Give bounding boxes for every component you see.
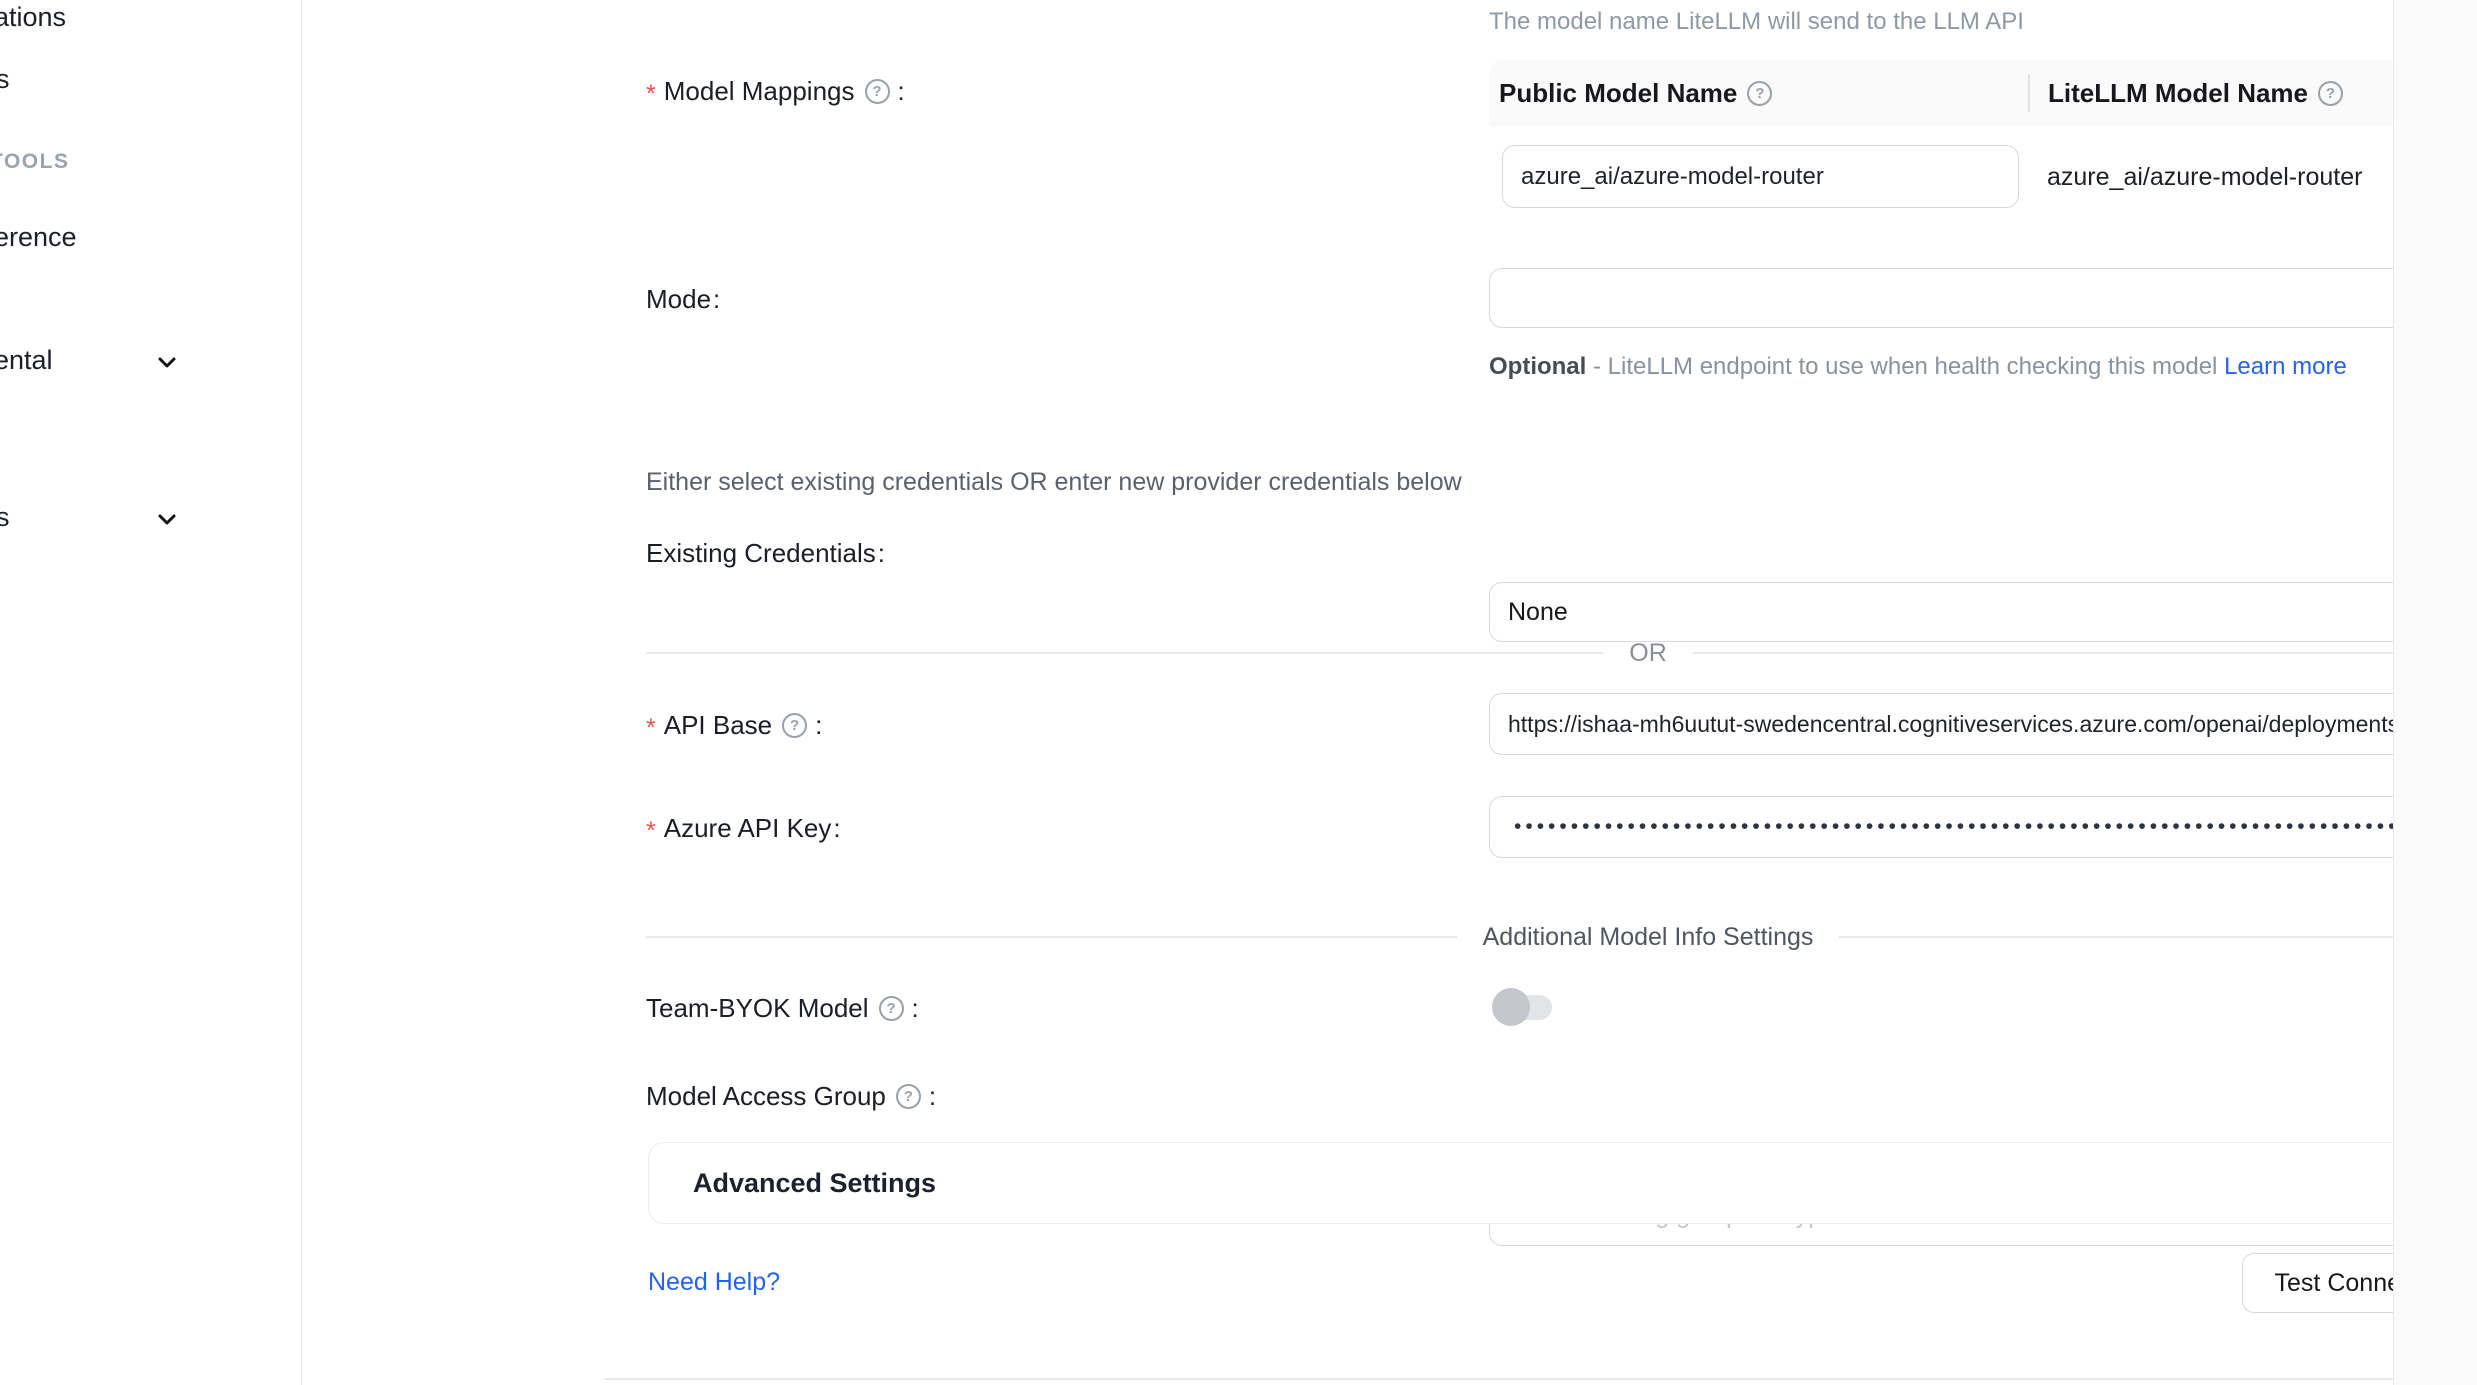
help-question-icon[interactable]: ?	[896, 1084, 921, 1109]
public-model-name-input[interactable]	[1502, 145, 2019, 208]
sidebar-item-truncated-3[interactable]: erence	[0, 222, 77, 253]
azure-api-key-label: * Azure API Key :	[646, 813, 841, 844]
column-public-model-name: Public Model Name	[1499, 78, 1737, 109]
existing-credentials-select[interactable]: None	[1489, 582, 2477, 642]
chevron-down-icon[interactable]	[155, 350, 179, 374]
column-litellm-model-name: LiteLLM Model Name	[2048, 78, 2308, 109]
sidebar-item-truncated-2[interactable]: s	[0, 64, 10, 95]
masked-api-key: ••••••••••••••••••••••••••••••••••••••••…	[1514, 815, 2399, 839]
sidebar-item-truncated-5[interactable]: s	[0, 502, 10, 533]
required-asterisk: *	[646, 714, 656, 743]
sidebar-item-truncated-4[interactable]: ental	[0, 345, 53, 376]
help-question-icon[interactable]: ?	[879, 996, 904, 1021]
learn-more-link[interactable]: Learn more	[2224, 353, 2347, 380]
sidebar-section-tools: TOOLS	[0, 150, 69, 174]
api-base-label: * API Base ? :	[646, 710, 822, 741]
column-separator	[2028, 74, 2030, 112]
advanced-settings-panel[interactable]: Advanced Settings	[648, 1142, 2477, 1224]
azure-api-key-input[interactable]: ••••••••••••••••••••••••••••••••••••••••…	[1489, 796, 2477, 858]
additional-settings-divider: Additional Model Info Settings	[646, 921, 2477, 953]
mode-select[interactable]	[1489, 268, 2477, 328]
table-header: Public Model Name ? LiteLLM Model Name ?	[1489, 60, 2477, 126]
model-mappings-label: * Model Mappings ? :	[646, 76, 905, 107]
model-access-group-label: Model Access Group ? :	[646, 1081, 936, 1112]
advanced-settings-title: Advanced Settings	[693, 1168, 936, 1199]
help-question-icon[interactable]: ?	[1747, 81, 1772, 106]
model-mappings-table: Public Model Name ? LiteLLM Model Name ?…	[1489, 60, 2477, 288]
page-background-strip	[2393, 0, 2477, 1385]
table-row: azure_ai/azure-model-router	[1489, 126, 2477, 288]
footer-divider	[605, 1378, 2477, 1380]
required-asterisk: *	[646, 80, 656, 109]
required-asterisk: *	[646, 817, 656, 846]
help-question-icon[interactable]: ?	[782, 713, 807, 738]
sidebar-item-truncated-1[interactable]: ations	[0, 2, 66, 33]
existing-credentials-label: Existing Credentials :	[646, 538, 885, 569]
add-model-form: The model name LiteLLM will send to the …	[302, 0, 2393, 1385]
help-question-icon[interactable]: ?	[865, 79, 890, 104]
sidebar: ations s TOOLS erence ental s	[0, 0, 302, 1385]
team-byok-label: Team-BYOK Model ? :	[646, 993, 919, 1024]
existing-credentials-value: None	[1490, 598, 1568, 627]
team-byok-toggle[interactable]	[1492, 988, 1554, 1026]
or-divider: OR	[646, 637, 2477, 669]
credentials-note: Either select existing credentials OR en…	[646, 468, 1462, 497]
litellm-model-name-value: azure_ai/azure-model-router	[2047, 163, 2362, 192]
mode-help-text: Optional - LiteLLM endpoint to use when …	[1489, 346, 2477, 387]
model-name-helper-text: The model name LiteLLM will send to the …	[1489, 8, 2024, 36]
mode-label: Mode :	[646, 284, 720, 315]
need-help-link[interactable]: Need Help?	[648, 1268, 780, 1297]
chevron-down-icon[interactable]	[155, 507, 179, 531]
help-question-icon[interactable]: ?	[2318, 81, 2343, 106]
toggle-handle	[1492, 988, 1530, 1026]
api-base-input[interactable]	[1489, 693, 2477, 755]
